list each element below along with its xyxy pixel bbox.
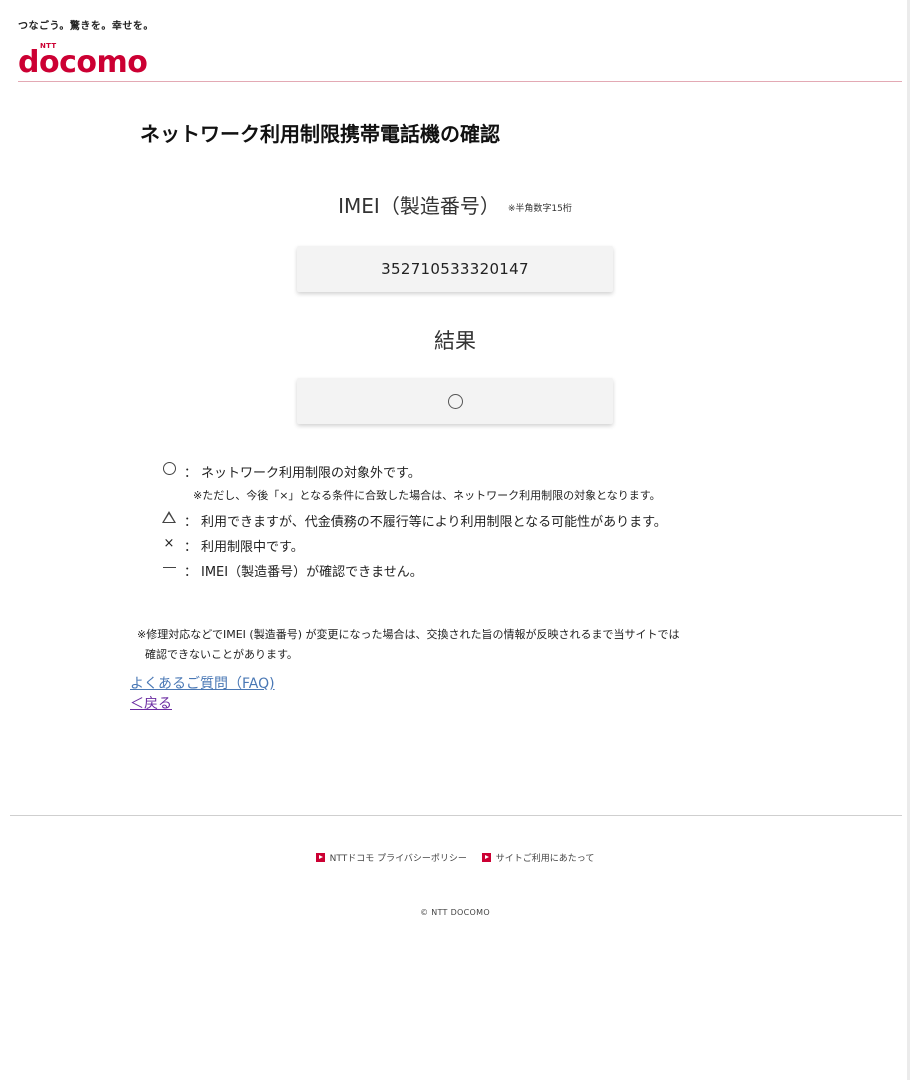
site-header: つなごう。驚きを。幸せを。 NTT docomo [18,20,908,80]
site-terms-link[interactable]: サイトご利用にあたって [481,851,595,864]
back-link[interactable]: ＜戻る [130,693,172,713]
legend-item-dash: ： IMEI（製造番号）が確認できません。 [160,561,860,586]
legend-text: 利用制限中です。 [201,540,304,555]
legend-item-triangle: ： 利用できますが、代金債務の不履行等により利用制限となる可能性があります。 [160,511,860,536]
page-title: ネットワーク利用制限携帯電話機の確認 [140,122,500,146]
imei-value-box: 352710533320147 [297,246,613,292]
legend-text: ネットワーク利用制限の対象外です。 [201,466,421,481]
header-divider [18,81,902,82]
legend-text: IMEI（製造番号）が確認できません。 [201,565,423,580]
result-label: 結果 [434,329,476,353]
circle-icon [162,462,176,475]
legend-item-cross: × ： 利用制限中です。 [160,536,860,561]
arrow-right-icon [481,853,491,862]
imei-label: IMEI（製造番号） [338,194,500,218]
imei-value: 352710533320147 [381,260,529,278]
legend-sub-note: ※ただし、今後「×」となる条件に合致した場合は、ネットワーク利用制限の対象となり… [193,489,661,502]
brand-tagline: つなごう。驚きを。幸せを。 [18,21,154,32]
footer-divider [10,815,902,816]
imei-change-footnote: ※修理対応などでIMEI (製造番号) が変更になった場合は、交換された旨の情報… [137,625,787,665]
logo-wordmark: docomo [18,45,148,80]
legend-colon: ： [184,466,198,481]
faq-link[interactable]: よくあるご質問（FAQ) [130,673,275,693]
legend-item-circle: ： ネットワーク利用制限の対象外です。 [160,462,860,487]
privacy-policy-link[interactable]: NTTドコモ プライバシーポリシー [315,851,467,864]
legend-colon: ： [184,515,198,530]
footer-links: NTTドコモ プライバシーポリシー サイトご利用にあたって [0,851,910,865]
privacy-policy-label: NTTドコモ プライバシーポリシー [329,854,467,864]
footnote-line-1: ※修理対応などでIMEI (製造番号) が変更になった場合は、交換された旨の情報… [137,628,680,641]
result-box [297,378,613,424]
arrow-right-icon [315,853,325,862]
result-legend: ： ネットワーク利用制限の対象外です。 ※ただし、今後「×」となる条件に合致した… [160,462,860,586]
legend-text: 利用できますが、代金債務の不履行等により利用制限となる可能性があります。 [201,515,667,530]
dash-icon [162,566,176,568]
legend-colon: ： [184,540,198,555]
cross-icon: × [163,536,175,551]
copyright: © NTT DOCOMO [420,908,490,917]
imei-format-note: ※半角数字15桁 [507,204,572,214]
imei-label-row: IMEI（製造番号） ※半角数字15桁 [0,190,910,219]
footnote-line-2: 確認できないことがあります。 [145,648,298,661]
site-terms-label: サイトご利用にあたって [495,854,595,864]
legend-colon: ： [184,565,198,580]
triangle-icon [162,511,176,523]
result-circle-icon [447,393,463,409]
